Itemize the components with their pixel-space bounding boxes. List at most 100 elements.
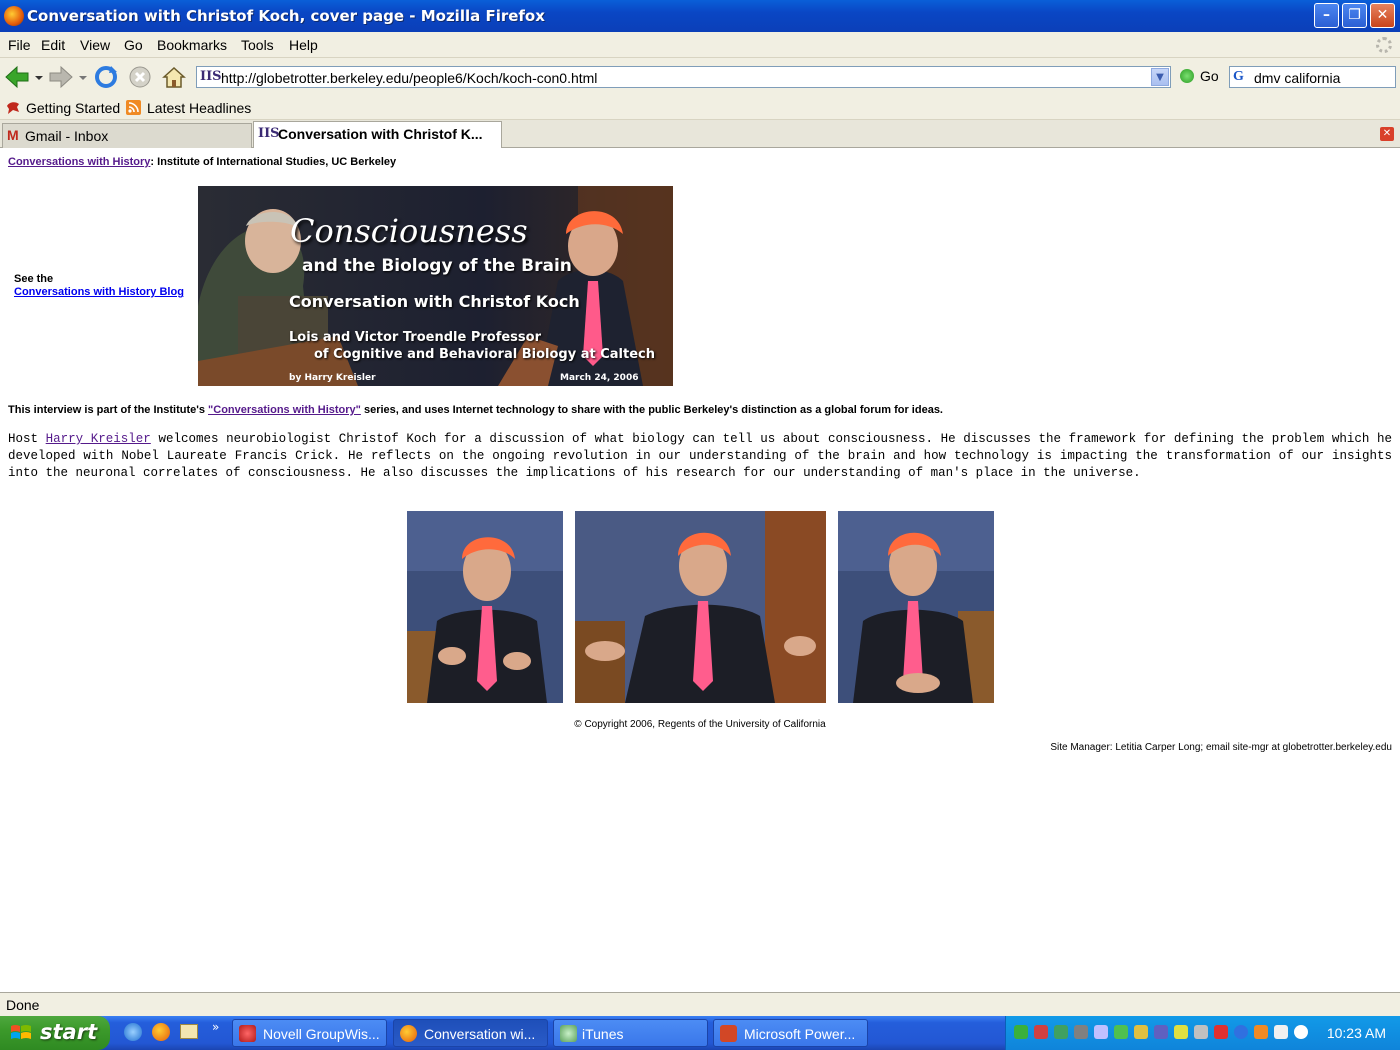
iis-tab-icon: IIS [258,126,280,141]
header-institute: : Institute of International Studies, UC… [150,156,397,168]
url-bar[interactable]: IIS http://globetrotter.berkeley.edu/peo… [196,66,1171,88]
tray-icon-10[interactable] [1194,1025,1208,1039]
task-itunes[interactable]: iTunes [553,1019,708,1047]
stop-icon[interactable] [127,64,153,90]
go-arrow-icon [1180,69,1194,83]
tray-icon-8[interactable] [1154,1025,1168,1039]
tab-conversation[interactable]: IIS Conversation with Christof K... [253,121,502,149]
menu-view[interactable]: View [80,37,110,53]
mail-quicklaunch-icon[interactable] [180,1024,198,1039]
powerpoint-icon [720,1025,737,1042]
firefox-task-icon [400,1025,417,1042]
intro-before: This interview is part of the Institute'… [8,404,209,416]
task-firefox[interactable]: Conversation wi... [393,1019,548,1047]
video-still-1 [407,511,563,703]
banner-image: Consciousness and the Biology of the Bra… [198,186,673,386]
network-icon[interactable] [1054,1025,1068,1039]
menu-bar: File Edit View Go Bookmarks Tools Help [0,32,1400,58]
menu-bookmarks[interactable]: Bookmarks [157,37,227,53]
start-button[interactable]: start [0,1016,110,1050]
google-search-icon[interactable]: G [1233,69,1244,85]
task-powerpoint[interactable]: Microsoft Power... [713,1019,868,1047]
page-content: Conversations with History: Institute of… [0,148,1400,992]
task-powerpoint-label: Microsoft Power... [744,1026,856,1042]
desc-after: welcomes neurobiologist Christof Koch fo… [8,432,1392,480]
koch-photo-1 [407,511,563,703]
tray-icon-13[interactable] [1254,1025,1268,1039]
bookmarks-toolbar: Getting Started Latest Headlines [0,96,1400,120]
url-history-dropdown-icon[interactable]: ▼ [1151,68,1169,86]
minimize-button[interactable]: – [1314,3,1339,28]
tray-icon-7[interactable] [1134,1025,1148,1039]
ie-quicklaunch-icon[interactable] [124,1023,142,1041]
task-firefox-label: Conversation wi... [424,1026,536,1042]
conversations-link[interactable]: Conversations with History [8,156,150,168]
task-groupwise[interactable]: Novell GroupWis... [232,1019,387,1047]
search-input[interactable]: dmv california [1254,70,1340,86]
menu-help[interactable]: Help [289,37,318,53]
system-tray: 10:23 AM [1005,1016,1400,1050]
tray-icon-5[interactable] [1094,1025,1108,1039]
banner-guest: Conversation with Christof Koch [289,292,580,311]
series-link[interactable]: "Conversations with History" [208,404,361,416]
search-box[interactable]: G dmv california [1229,66,1396,88]
close-tab-icon[interactable]: ✕ [1380,127,1394,141]
banner-date: March 24, 2006 [560,373,639,383]
tray-icon-4[interactable] [1074,1025,1088,1039]
tray-icon-2[interactable] [1034,1025,1048,1039]
desc-before: Host [8,432,46,446]
tray-icon-11[interactable] [1214,1025,1228,1039]
bookmark-getting-started[interactable]: Getting Started [26,100,120,116]
back-dropdown-icon[interactable] [34,64,44,90]
menu-file[interactable]: File [8,37,31,53]
tray-icon-12[interactable] [1234,1025,1248,1039]
throbber-icon [1376,37,1392,53]
tab-conversation-label: Conversation with Christof K... [278,126,483,142]
firefox-quicklaunch-icon[interactable] [152,1023,170,1041]
interview-description: Host Harry Kreisler welcomes neurobiolog… [8,431,1392,482]
forward-icon[interactable] [48,64,74,90]
banner-position-1: Lois and Victor Troendle Professor [289,330,541,345]
blog-link[interactable]: Conversations with History Blog [14,286,184,298]
video-still-3 [838,511,994,703]
itunes-icon [560,1025,577,1042]
koch-photo-2 [575,511,826,703]
groupwise-icon [239,1025,256,1042]
menu-go[interactable]: Go [124,37,143,53]
banner-position-2: of Cognitive and Behavioral Biology at C… [314,347,655,362]
menu-edit[interactable]: Edit [41,37,65,53]
home-icon[interactable] [161,64,187,90]
url-input[interactable]: http://globetrotter.berkeley.edu/people6… [221,70,597,86]
intro-after: series, and uses Internet technology to … [360,404,943,416]
koch-photo-3 [838,511,994,703]
clock: 10:23 AM [1326,1025,1386,1041]
tray-icon-6[interactable] [1114,1025,1128,1039]
back-icon[interactable] [4,64,30,90]
tab-gmail[interactable]: M Gmail - Inbox [2,123,252,148]
rss-feed-icon [126,100,141,115]
quicklaunch-more-icon[interactable]: » [212,1020,219,1034]
tray-icon-1[interactable] [1014,1025,1028,1039]
site-manager: Site Manager: Letitia Carper Long; email… [1050,742,1392,753]
wireless-icon[interactable] [1294,1025,1308,1039]
copyright: © Copyright 2006, Regents of the Univers… [574,719,826,730]
windows-flag-icon [11,1025,31,1039]
go-button[interactable]: Go [1180,68,1219,84]
menu-tools[interactable]: Tools [241,37,274,53]
blog-prefix: See the [14,273,54,285]
window-titlebar[interactable]: Conversation with Christof Koch, cover p… [0,0,1400,32]
firefox-icon [4,6,24,26]
banner-host: by Harry Kreisler [289,373,376,383]
tray-icon-9[interactable] [1174,1025,1188,1039]
reload-icon[interactable] [93,64,119,90]
maximize-button[interactable]: ❐ [1342,3,1367,28]
forward-dropdown-icon[interactable] [78,64,88,90]
tray-icon-14[interactable] [1274,1025,1288,1039]
host-link[interactable]: Harry Kreisler [46,432,151,446]
status-text: Done [6,997,40,1013]
blog-note: See the Conversations with History Blog [14,273,184,299]
banner-subtitle: and the Biology of the Brain [302,256,572,276]
close-button[interactable]: ✕ [1370,3,1395,28]
bookmark-latest-headlines[interactable]: Latest Headlines [147,100,251,116]
task-itunes-label: iTunes [582,1026,624,1042]
